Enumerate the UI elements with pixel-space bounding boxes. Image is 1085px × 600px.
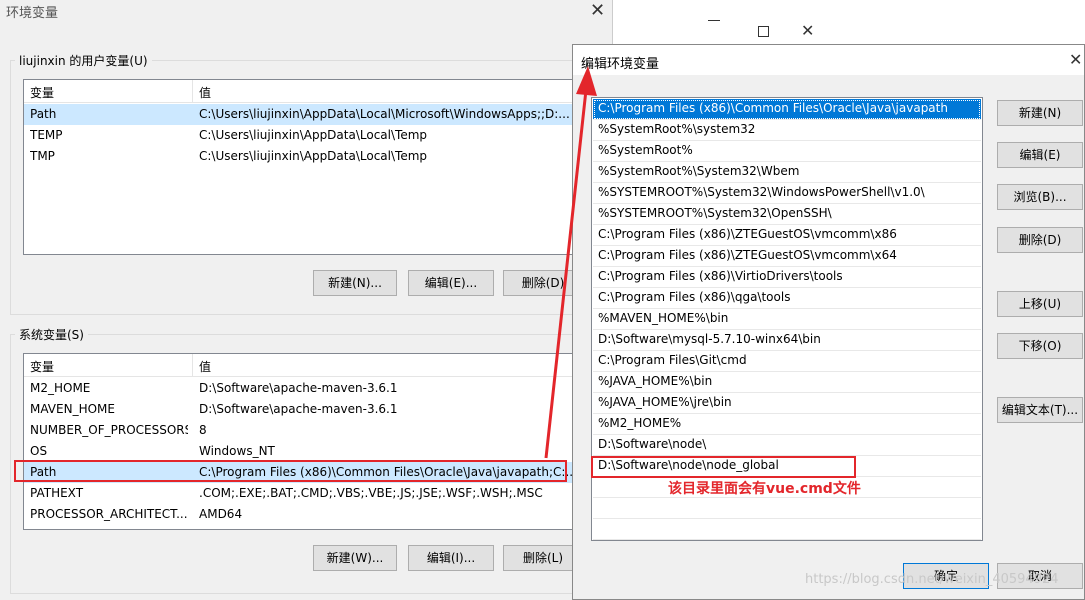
arrow-head (576, 66, 597, 96)
arrow-shaft (544, 89, 588, 459)
watermark: https://blog.csdn.net/weixin_40594924 (805, 572, 1059, 587)
red-arrow-annotation (544, 66, 597, 459)
